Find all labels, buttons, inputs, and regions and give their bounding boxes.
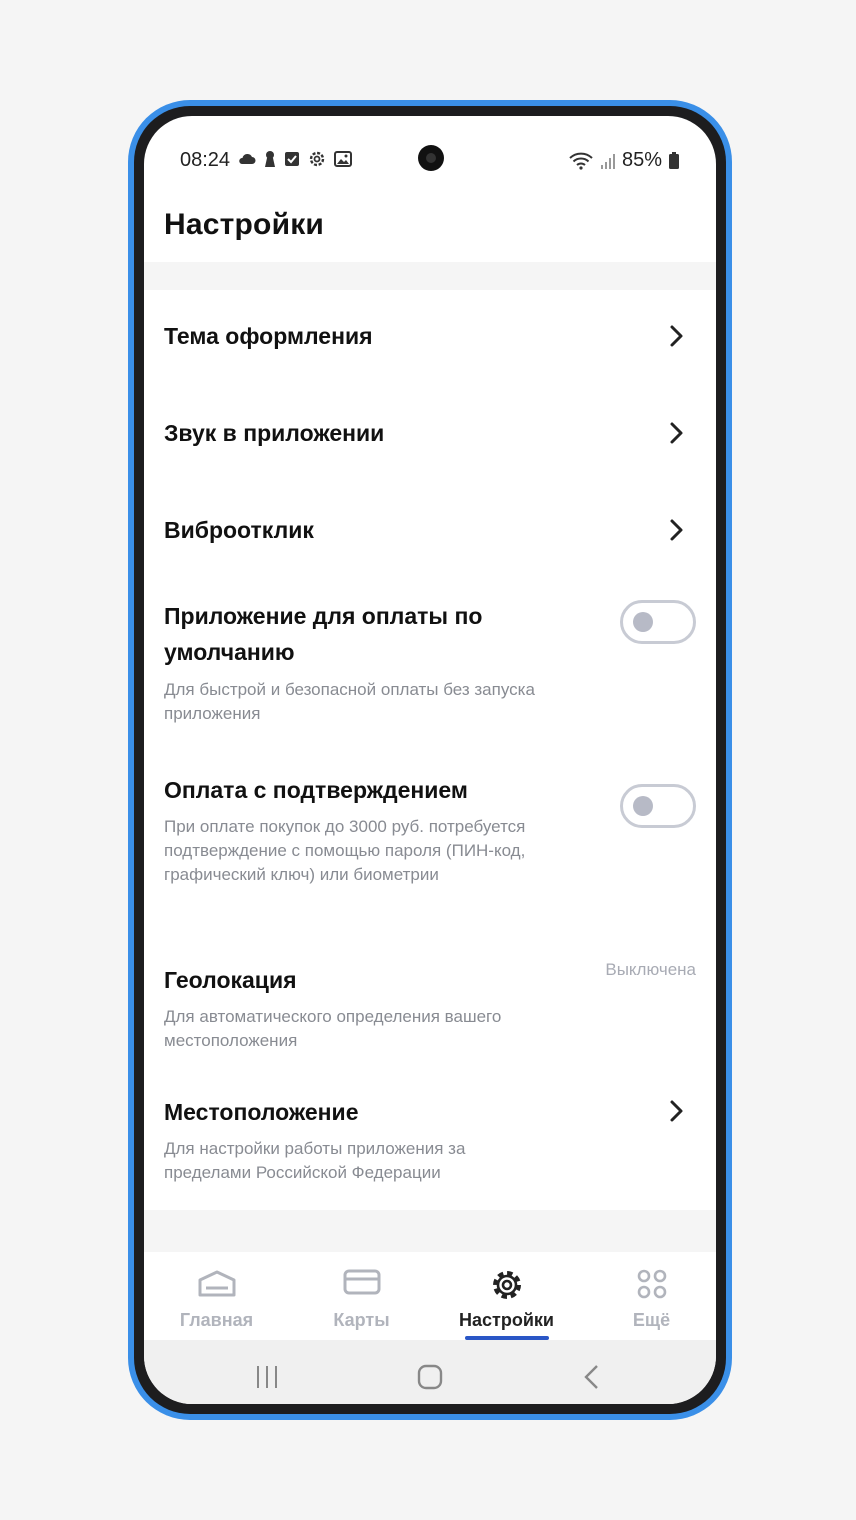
tab-more[interactable]: Ещё: [579, 1252, 716, 1340]
tab-home[interactable]: Главная: [144, 1252, 289, 1340]
toggle-knob: [633, 612, 653, 632]
settings-item-title: Оплата с подтверждением: [164, 777, 468, 803]
settings-item-subtitle: Для быстрой и безопасной оплаты без запу…: [164, 680, 535, 723]
wifi-icon: [569, 152, 593, 170]
settings-item-title: Тема оформления: [164, 323, 373, 349]
section-divider: [144, 262, 716, 290]
payment-confirmation-toggle[interactable]: [620, 784, 696, 828]
settings-item-subtitle: При оплате покупок до 3000 руб. потребуе…: [164, 817, 526, 884]
recent-apps-icon[interactable]: [254, 1364, 280, 1390]
card-icon: [343, 1269, 380, 1295]
system-nav-bar: [144, 1340, 716, 1404]
settings-item-title: Местоположение: [164, 1099, 359, 1125]
tab-settings[interactable]: Настройки: [434, 1252, 579, 1340]
chevron-right-icon: [670, 519, 683, 541]
tab-label: Настройки: [459, 1310, 554, 1330]
settings-item-subtitle: Для настройки работы приложения за преде…: [164, 1139, 466, 1182]
grid-icon: [637, 1269, 666, 1299]
geolocation-status: Выключена: [605, 960, 696, 979]
settings-item-geolocation[interactable]: Геолокация Для автоматического определен…: [144, 944, 716, 1074]
settings-item-payment-confirmation: Оплата с подтверждением При оплате покуп…: [144, 754, 716, 944]
home-button-icon[interactable]: [417, 1364, 443, 1390]
battery-icon: [669, 151, 679, 169]
settings-item-sound[interactable]: Звук в приложении: [144, 387, 716, 484]
chevron-right-icon: [670, 1100, 683, 1122]
settings-notification-icon: [309, 151, 325, 167]
status-bar: 08:24 85%: [144, 116, 716, 178]
settings-item-location[interactable]: Местоположение Для настройки работы прил…: [144, 1074, 716, 1210]
screen: 08:24 85% Настройки Тема оформления Звук…: [144, 116, 716, 1404]
front-camera: [418, 145, 444, 171]
settings-item-title: Виброотклик: [164, 517, 314, 543]
page-title: Настройки: [164, 208, 325, 241]
image-icon: [334, 151, 352, 167]
tab-bar: Главная Карты Настройки Ещё: [144, 1252, 716, 1340]
gear-icon: [492, 1271, 521, 1299]
settings-item-title: Приложение для оплаты по умолчанию: [164, 603, 483, 665]
status-right: 85%: [568, 149, 680, 172]
keyhole-icon: [265, 151, 275, 167]
battery-percent: 85%: [621, 149, 662, 171]
signal-icon: [600, 153, 615, 169]
weather-icon: [239, 153, 256, 164]
settings-item-title: Звук в приложении: [164, 420, 385, 446]
tab-label: Главная: [179, 1310, 254, 1330]
settings-item-subtitle: Для автоматического определения вашего м…: [164, 1007, 502, 1050]
section-divider: [144, 1210, 716, 1252]
settings-item-vibration[interactable]: Виброотклик: [144, 484, 716, 580]
chevron-right-icon: [670, 325, 683, 347]
settings-item-title: Геолокация: [164, 967, 297, 993]
checkbox-icon: [285, 152, 299, 166]
phone-bezel: 08:24 85% Настройки Тема оформления Звук…: [134, 106, 726, 1414]
settings-item-theme[interactable]: Тема оформления: [144, 290, 716, 387]
default-payment-toggle[interactable]: [620, 600, 696, 644]
notification-icons: [238, 150, 352, 168]
chevron-right-icon: [670, 422, 683, 444]
toggle-knob: [633, 796, 653, 816]
back-icon[interactable]: [582, 1364, 602, 1390]
tab-label: Ещё: [632, 1310, 671, 1330]
tab-label: Карты: [333, 1310, 390, 1330]
phone-frame: 08:24 85% Настройки Тема оформления Звук…: [128, 100, 732, 1420]
settings-item-default-payment: Приложение для оплаты по умолчанию Для б…: [144, 580, 716, 754]
home-icon: [198, 1270, 235, 1297]
status-time: 08:24: [180, 149, 231, 171]
tab-cards[interactable]: Карты: [289, 1252, 434, 1340]
